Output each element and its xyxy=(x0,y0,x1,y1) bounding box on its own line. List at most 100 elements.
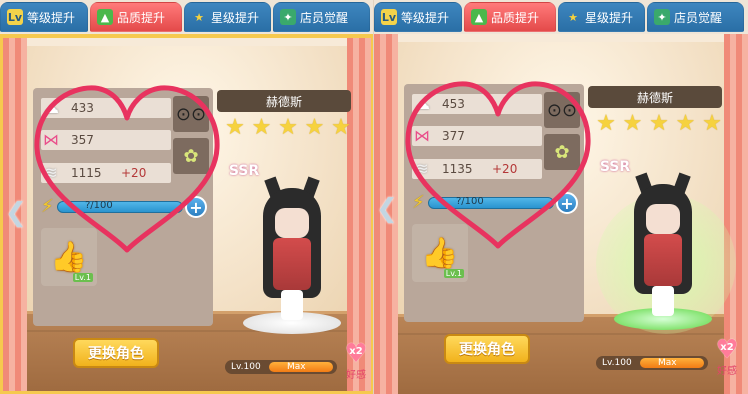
character-face xyxy=(275,208,309,238)
flower-icon[interactable]: ✿ xyxy=(173,138,209,174)
change-character-button[interactable]: 更换角色 xyxy=(444,334,530,364)
comparison-screenshot: Lv 等级提升 ▲ 品质提升 ★ 星级提升 ✦ 店员觉醒 ❮ ☁ 433 ⋈ 3… xyxy=(0,0,748,394)
skill-level: Lv.1 xyxy=(443,269,464,278)
stage-area: ❮ ☁ 433 ⋈ 357 ≋ 1115 +20 ⊙⊙ ✿ ⚡ ?/100 + … xyxy=(0,34,373,394)
tab-label: 等级提升 xyxy=(27,10,76,25)
stats-card: ☁ 453 ⋈ 377 ≋ 1135 +20 ⊙⊙ ✿ ⚡ ?/100 + 👍 … xyxy=(404,84,584,322)
tab-bar: Lv 等级提升 ▲ 品质提升 ★ 星级提升 ✦ 店员觉醒 xyxy=(0,0,373,34)
chef-hat-icon: ☁ xyxy=(43,97,59,117)
tab-quality-up[interactable]: ▲ 品质提升 xyxy=(90,2,182,32)
bow-icon: ⋈ xyxy=(414,125,430,145)
energy-text: ?/100 xyxy=(456,196,484,207)
stat-cooking: ☁ 453 xyxy=(412,94,542,114)
energy-fill xyxy=(57,201,183,213)
add-energy-button[interactable]: + xyxy=(185,196,207,218)
level-max-text: Max xyxy=(287,362,306,372)
level-up-icon: Lv xyxy=(7,9,23,25)
tab-label: 品质提升 xyxy=(117,10,166,25)
level-bar: Lv.100 Max xyxy=(596,356,708,370)
star-icon: ★ xyxy=(649,111,669,136)
favor-label: 好感 xyxy=(717,366,737,377)
favor-label: 好感 xyxy=(346,370,366,381)
stat-value: 433 xyxy=(71,101,94,115)
awaken-icon: ✦ xyxy=(654,9,670,25)
panel-before: Lv 等级提升 ▲ 品质提升 ★ 星级提升 ✦ 店员觉醒 ❮ ☁ 433 ⋈ 3… xyxy=(0,0,374,394)
star-icon: ★ xyxy=(331,115,351,140)
tab-bar: Lv 等级提升 ▲ 品质提升 ★ 星级提升 ✦ 店员觉醒 xyxy=(374,0,748,34)
star-icon: ★ xyxy=(622,111,643,136)
binoculars-icon[interactable]: ⊙⊙ xyxy=(173,96,209,132)
character-name: 赫德斯 xyxy=(217,90,351,112)
tab-awaken[interactable]: ✦ 店员觉醒 xyxy=(647,2,744,32)
character-name: 赫德斯 xyxy=(588,86,722,108)
tab-level-up[interactable]: Lv 等级提升 xyxy=(0,2,88,32)
energy-text: ?/100 xyxy=(85,200,113,211)
stats-card: ☁ 433 ⋈ 357 ≋ 1115 +20 ⊙⊙ ✿ ⚡ ?/100 + 👍 … xyxy=(33,88,213,326)
character-face xyxy=(646,204,680,234)
star-icon: ★ xyxy=(251,115,272,140)
character-sprite[interactable] xyxy=(247,168,337,328)
wing-icon: ≋ xyxy=(415,158,429,178)
star-up-icon: ★ xyxy=(568,10,578,24)
character-stars: ★ ★ ★ ★ ★ xyxy=(594,112,724,136)
stat-cooking: ☁ 433 xyxy=(41,98,171,118)
character-legs xyxy=(652,286,674,316)
stat-value: 377 xyxy=(442,129,465,143)
stat-value: 453 xyxy=(442,97,465,111)
tab-label: 店员觉醒 xyxy=(300,10,349,25)
add-energy-button[interactable]: + xyxy=(556,192,578,214)
tab-label: 星级提升 xyxy=(585,10,634,25)
star-icon: ★ xyxy=(702,111,722,136)
flower-icon[interactable]: ✿ xyxy=(544,134,580,170)
star-icon: ★ xyxy=(675,111,696,136)
level-bar: Lv.100 Max xyxy=(225,360,337,374)
skill-slot[interactable]: 👍 Lv.1 xyxy=(41,228,97,286)
tab-awaken[interactable]: ✦ 店员觉醒 xyxy=(273,2,370,32)
star-icon: ★ xyxy=(225,115,245,140)
character-dress xyxy=(273,238,311,290)
skill-slot[interactable]: 👍 Lv.1 xyxy=(412,224,468,282)
skill-level: Lv.1 xyxy=(72,273,93,282)
tab-label: 星级提升 xyxy=(211,10,260,25)
change-character-button[interactable]: 更换角色 xyxy=(73,338,159,368)
character-legs xyxy=(281,290,303,320)
tab-star-up[interactable]: ★ 星级提升 xyxy=(184,2,271,32)
prev-character-arrow-icon[interactable]: ❮ xyxy=(376,194,398,224)
bow-icon: ⋈ xyxy=(43,129,59,149)
energy-bar: ⚡ ?/100 + xyxy=(41,196,207,218)
stat-speed: ≋ 1135 +20 xyxy=(412,159,542,179)
tab-level-up[interactable]: Lv 等级提升 xyxy=(374,2,462,32)
favor-badge[interactable]: ♥ x2 好感 xyxy=(341,341,371,382)
stat-speed: ≋ 1115 +20 xyxy=(41,163,171,183)
quality-up-icon: ▲ xyxy=(97,9,113,25)
tab-label: 店员觉醒 xyxy=(674,10,723,25)
prev-character-arrow-icon[interactable]: ❮ xyxy=(5,198,27,228)
stat-value: 1115 xyxy=(71,166,102,180)
star-icon: ★ xyxy=(278,115,298,140)
stat-value: 1135 xyxy=(442,162,473,176)
tab-quality-up[interactable]: ▲ 品质提升 xyxy=(464,2,556,32)
energy-bar: ⚡ ?/100 + xyxy=(412,192,578,214)
stat-value: 357 xyxy=(71,133,94,147)
stage-area: ❮ ☁ 453 ⋈ 377 ≋ 1135 +20 ⊙⊙ ✿ ⚡ ?/100 + … xyxy=(374,34,748,394)
level-text: Lv.100 xyxy=(231,362,261,372)
favor-multiplier: x2 xyxy=(349,346,363,357)
stat-bonus: +20 xyxy=(492,162,518,176)
thumbs-up-icon: 👍 xyxy=(50,239,88,275)
stat-bonus: +20 xyxy=(121,166,147,180)
tab-label: 等级提升 xyxy=(401,10,450,25)
favor-badge[interactable]: ♥ x2 好感 xyxy=(712,337,742,378)
awaken-icon: ✦ xyxy=(280,9,296,25)
tab-star-up[interactable]: ★ 星级提升 xyxy=(558,2,645,32)
tab-label: 品质提升 xyxy=(491,10,540,25)
character-stars: ★ ★ ★ ★ ★ xyxy=(223,116,353,140)
energy-fill xyxy=(428,197,554,209)
character-sprite[interactable] xyxy=(618,164,708,324)
panel-after: Lv 等级提升 ▲ 品质提升 ★ 星级提升 ✦ 店员觉醒 ❮ ☁ 453 ⋈ 3… xyxy=(374,0,748,394)
stat-charm: ⋈ 377 xyxy=(412,126,542,146)
chef-hat-icon: ☁ xyxy=(414,93,430,113)
binoculars-icon[interactable]: ⊙⊙ xyxy=(544,92,580,128)
wing-icon: ≋ xyxy=(44,162,58,182)
star-icon: ★ xyxy=(596,111,616,136)
level-up-icon: Lv xyxy=(381,9,397,25)
